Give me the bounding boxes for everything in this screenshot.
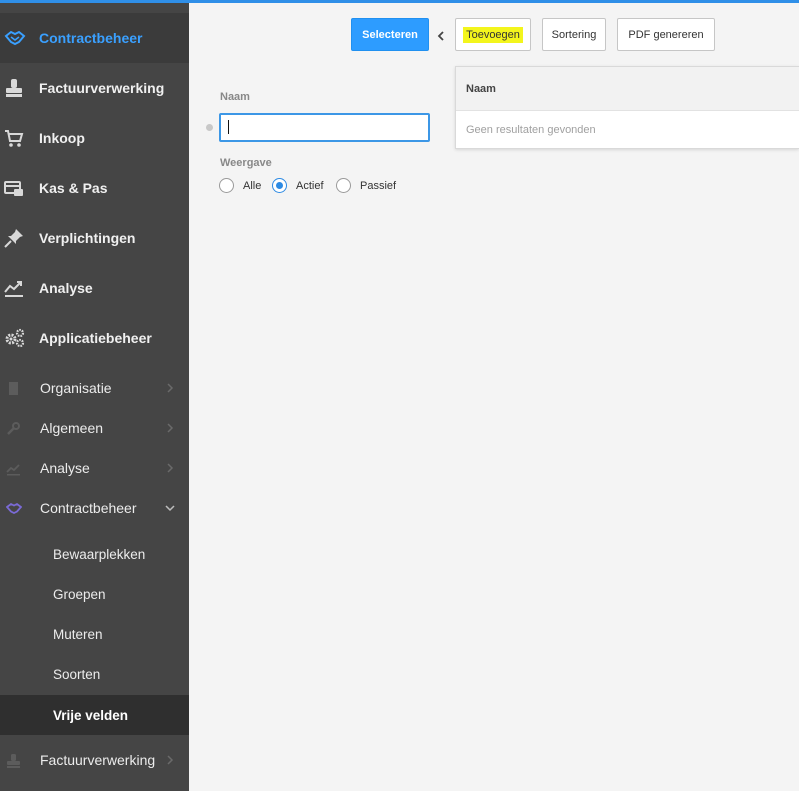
sidebar-item-label: Analyse xyxy=(39,280,93,296)
chevron-down-icon xyxy=(164,501,176,515)
sidebar-subitem-label: Algemeen xyxy=(40,420,104,436)
radio-label: Alle xyxy=(243,179,262,192)
sidebar-subsubitem-label: Muteren xyxy=(53,626,103,642)
sidebar-item-inkoop[interactable]: Inkoop xyxy=(0,113,189,163)
results-empty-message: Geen resultaten gevonden xyxy=(466,124,596,136)
radio-actief[interactable]: Actief xyxy=(272,178,324,193)
radio-label: Actief xyxy=(296,179,324,192)
sidebar-subitem-label: Contractbeheer xyxy=(40,500,137,516)
sidebar-subitem-factuurverwerking[interactable]: Factuurverwerking xyxy=(0,740,189,780)
sidebar-subsubitem-vrije-velden[interactable]: Vrije velden xyxy=(0,695,189,735)
sidebar-item-factuurverwerking[interactable]: Factuurverwerking xyxy=(0,63,189,113)
sidebar-item-label: Kas & Pas xyxy=(39,180,108,196)
sidebar-subsubitem-soorten[interactable]: Soorten xyxy=(0,654,189,694)
sidebar-item-label: Factuurverwerking xyxy=(39,80,165,96)
stamp-icon xyxy=(4,78,24,98)
sidebar: Contractbeheer Factuurverwerking Inkoop … xyxy=(0,3,189,791)
sidebar-item-contractbeheer[interactable]: Contractbeheer xyxy=(0,13,189,63)
sidebar-subsubitem-bewaarplekken[interactable]: Bewaarplekken xyxy=(0,534,189,574)
chevron-right-icon xyxy=(164,461,176,475)
results-column-header[interactable]: Naam xyxy=(456,67,799,111)
radio-circle xyxy=(336,178,351,193)
sidebar-subitem-analyse[interactable]: Analyse xyxy=(0,448,189,488)
building-icon xyxy=(6,381,21,396)
sidebar-item-kas-pas[interactable]: Kas & Pas xyxy=(0,163,189,213)
add-button[interactable]: Toevoegen xyxy=(455,18,531,51)
chart-icon xyxy=(6,461,21,476)
stamp-icon xyxy=(6,753,21,768)
sidebar-subsubitem-muteren[interactable]: Muteren xyxy=(0,614,189,654)
name-input[interactable] xyxy=(219,113,430,142)
select-button[interactable]: Selecteren xyxy=(351,18,429,51)
wrench-icon xyxy=(6,421,21,436)
sidebar-subitem-label: Organisatie xyxy=(40,380,112,396)
register-icon xyxy=(4,178,24,198)
gears-icon xyxy=(4,328,25,348)
pin-icon xyxy=(4,228,24,248)
sidebar-item-applicatiebeheer[interactable]: Applicatiebeheer xyxy=(0,313,189,363)
sidebar-subitem-label: Analyse xyxy=(40,460,90,476)
sidebar-subitem-algemeen[interactable]: Algemeen xyxy=(0,408,189,448)
chevron-left-icon[interactable] xyxy=(436,29,446,41)
chevron-right-icon xyxy=(164,421,176,435)
results-panel: Naam Geen resultaten gevonden xyxy=(455,66,799,149)
radio-label: Passief xyxy=(360,179,397,192)
cart-icon xyxy=(4,128,24,148)
radio-circle xyxy=(219,178,234,193)
sidebar-item-analyse[interactable]: Analyse xyxy=(0,263,189,313)
radio-alle[interactable]: Alle xyxy=(219,178,261,193)
chevron-right-icon xyxy=(164,381,176,395)
required-indicator xyxy=(206,124,213,131)
sidebar-subsubitem-label: Vrije velden xyxy=(53,707,129,723)
sidebar-subitem-label: Factuurverwerking xyxy=(40,752,156,768)
handshake-icon xyxy=(5,501,23,516)
sidebar-subitem-contractbeheer[interactable]: Contractbeheer xyxy=(0,488,189,528)
handshake-icon xyxy=(4,28,26,48)
display-field-label: Weergave xyxy=(220,157,272,169)
sidebar-item-verplichtingen[interactable]: Verplichtingen xyxy=(0,213,189,263)
radio-passief[interactable]: Passief xyxy=(336,178,396,193)
sidebar-subsubitem-label: Bewaarplekken xyxy=(53,546,146,562)
sort-button[interactable]: Sortering xyxy=(542,18,606,51)
sidebar-item-label: Contractbeheer xyxy=(39,30,143,46)
sidebar-subitem-organisatie[interactable]: Organisatie xyxy=(0,368,189,408)
sidebar-subsubitem-label: Groepen xyxy=(53,586,106,602)
chevron-right-icon xyxy=(164,753,176,767)
sidebar-item-label: Inkoop xyxy=(39,130,85,146)
sidebar-subsubitem-groepen[interactable]: Groepen xyxy=(0,574,189,614)
text-cursor xyxy=(228,120,229,134)
add-button-label: Toevoegen xyxy=(463,26,523,43)
sidebar-item-label: Applicatiebeheer xyxy=(39,330,152,346)
radio-circle xyxy=(272,178,287,193)
name-field-label: Naam xyxy=(220,91,250,103)
sidebar-item-label: Verplichtingen xyxy=(39,230,136,246)
chart-icon xyxy=(4,278,24,298)
generate-pdf-button[interactable]: PDF genereren xyxy=(617,18,715,51)
sidebar-subsubitem-label: Soorten xyxy=(53,666,101,682)
